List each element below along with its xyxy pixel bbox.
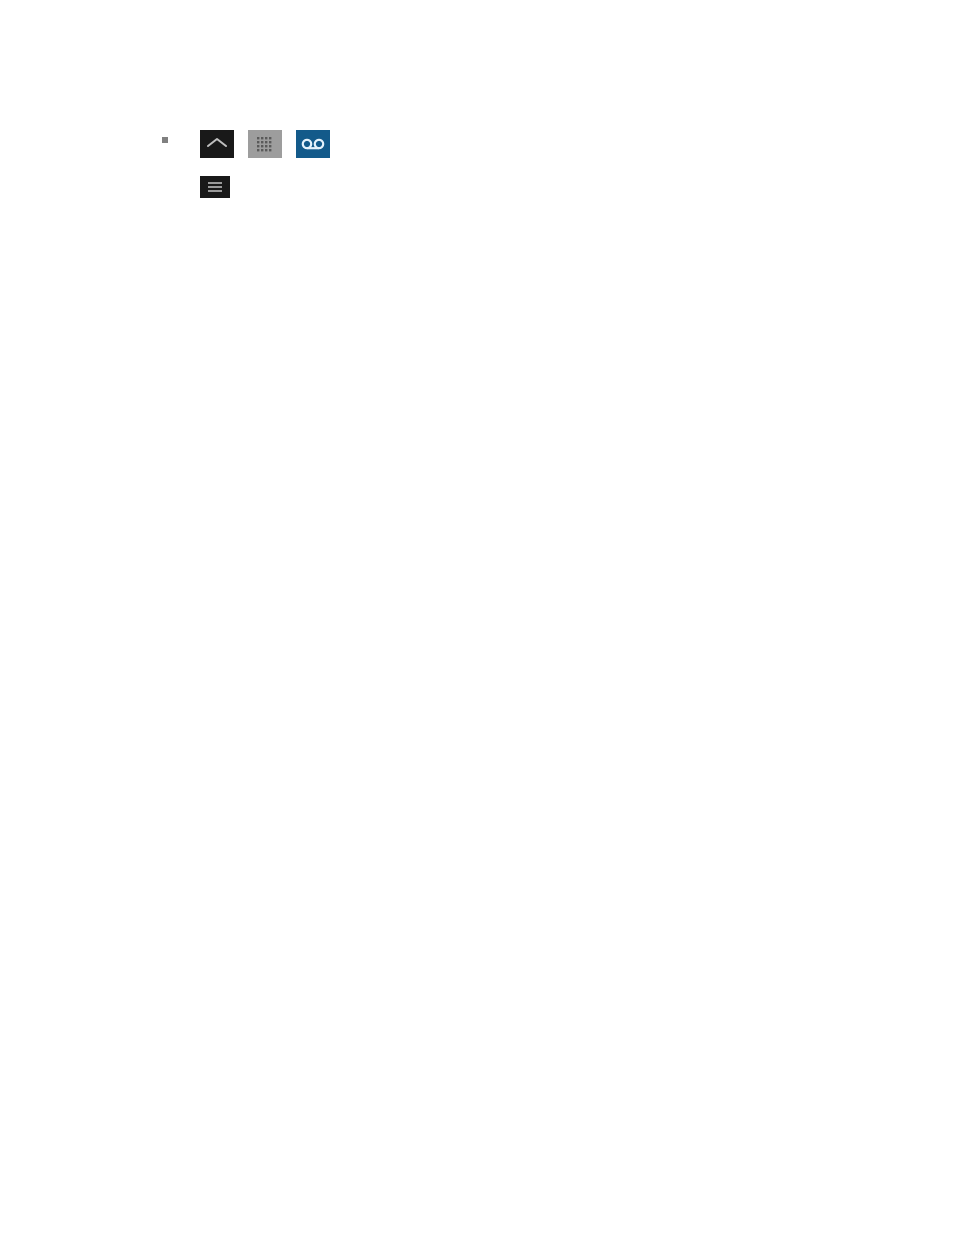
- step-1: [130, 130, 824, 158]
- menu-icon: [200, 176, 230, 198]
- voicemail-icon: [296, 130, 330, 158]
- home-icon: [200, 130, 234, 158]
- page: [0, 0, 954, 1235]
- content-column: [130, 88, 824, 222]
- step-2: [130, 176, 824, 198]
- icon-row: [200, 130, 824, 158]
- dialpad-icon: [248, 130, 282, 158]
